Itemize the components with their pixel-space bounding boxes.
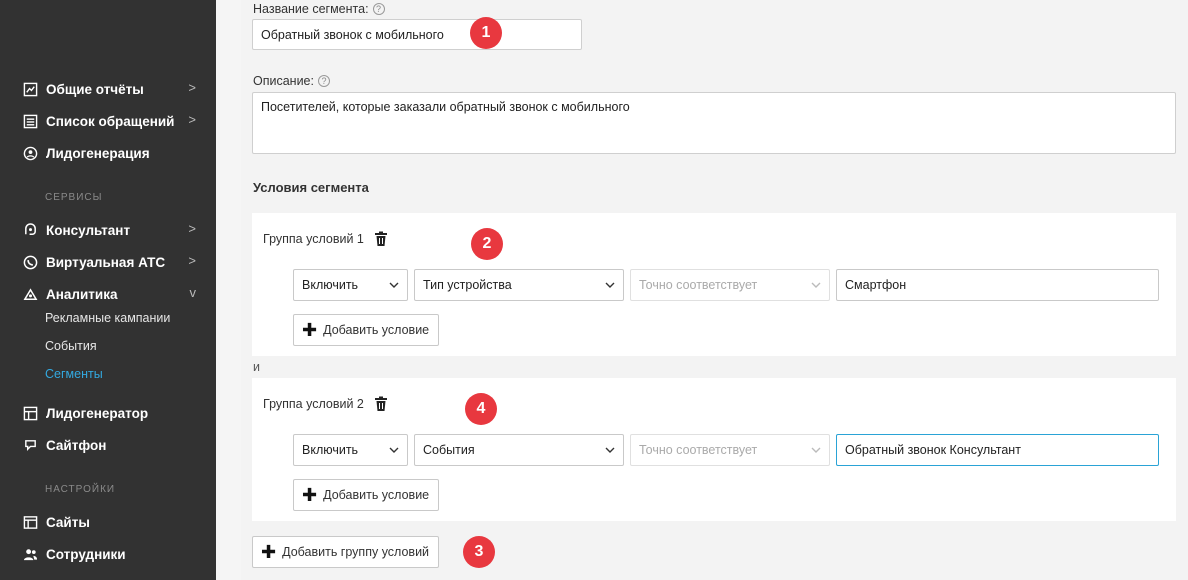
- segment-name-label-text: Название сегмента:: [253, 2, 369, 16]
- nav-label: Консультант: [46, 222, 131, 238]
- nav-label: Лидогенерация: [46, 145, 150, 161]
- chevron-right-icon: >: [188, 112, 196, 127]
- help-icon[interactable]: ?: [318, 75, 330, 87]
- segment-name-label: Название сегмента: ?: [253, 2, 385, 16]
- field-select[interactable]: Тип устройства: [414, 269, 624, 301]
- select-value: Тип устройства: [423, 278, 512, 292]
- add-condition-group-button[interactable]: ✚ Добавить группу условий: [252, 536, 440, 568]
- nav-item-consultant[interactable]: Консультант >: [22, 219, 202, 241]
- lead-icon: [22, 405, 38, 421]
- help-icon[interactable]: ?: [372, 3, 385, 15]
- action-select[interactable]: Включить: [293, 434, 408, 466]
- description-textarea[interactable]: Посетителей, которые заказали обратный з…: [252, 92, 1176, 154]
- button-label: Добавить группу условий: [282, 545, 430, 559]
- select-value: События: [423, 443, 475, 457]
- field-select[interactable]: События: [414, 434, 624, 466]
- nav-label: Сайты: [46, 514, 90, 530]
- sidebar: Общие отчёты > Список обращений > Лидоге…: [0, 0, 216, 580]
- action-select[interactable]: Включить: [293, 269, 408, 301]
- description-label: Описание: ?: [253, 74, 330, 88]
- list-icon: [22, 113, 38, 129]
- section-title-settings: НАСТРОЙКИ: [45, 484, 116, 495]
- description-label-text: Описание:: [253, 74, 314, 88]
- users-icon: [22, 546, 38, 562]
- operator-select: Точно соответствует: [630, 434, 830, 466]
- nav-label: Сотрудники: [46, 546, 126, 562]
- plus-icon: ✚: [302, 485, 318, 505]
- annotation-badge-3: 3: [463, 536, 495, 568]
- operator-select: Точно соответствует: [630, 269, 830, 301]
- nav-label: Общие отчёты: [46, 81, 144, 97]
- segment-name-input[interactable]: Обратный звонок с мобильного: [252, 19, 582, 50]
- group-title-text: Группа условий 2: [263, 397, 364, 411]
- value-input[interactable]: Обратный звонок Консультант: [836, 434, 1159, 466]
- chevron-down-icon: [389, 447, 399, 453]
- sub-item-segments[interactable]: Сегменты: [45, 367, 103, 381]
- value-input[interactable]: Смартфон: [836, 269, 1159, 301]
- group-1-title: Группа условий 1: [263, 231, 388, 247]
- trash-icon[interactable]: [374, 231, 388, 247]
- select-value: Включить: [302, 278, 359, 292]
- nav-label: Лидогенератор: [46, 405, 149, 421]
- chevron-right-icon: >: [188, 221, 196, 236]
- chevron-down-icon: [605, 282, 615, 288]
- group-2-title: Группа условий 2: [263, 396, 388, 412]
- chevron-down-icon: [811, 447, 821, 453]
- chat-icon: [22, 222, 38, 238]
- analytics-icon: [22, 286, 38, 302]
- nav-label: Сайтфон: [46, 437, 107, 453]
- chevron-down-icon: v: [189, 285, 197, 300]
- people-icon: [22, 145, 38, 161]
- select-value: Точно соответствует: [639, 443, 758, 457]
- and-separator: и: [253, 360, 260, 374]
- sub-item-events[interactable]: События: [45, 339, 97, 353]
- chevron-down-icon: [811, 282, 821, 288]
- add-condition-button[interactable]: ✚ Добавить условие: [293, 314, 440, 346]
- nav-item-requests-list[interactable]: Список обращений >: [22, 110, 202, 132]
- nav-item-general-reports[interactable]: Общие отчёты >: [22, 78, 202, 100]
- button-label: Добавить условие: [323, 488, 430, 502]
- nav-label: Аналитика: [46, 286, 118, 302]
- nav-item-leadgenerator[interactable]: Лидогенератор: [22, 402, 202, 424]
- sites-icon: [22, 514, 38, 530]
- conditions-heading: Условия сегмента: [253, 180, 369, 195]
- nav-label: Виртуальная АТС: [46, 254, 166, 270]
- nav-label: Список обращений: [46, 113, 175, 129]
- chevron-down-icon: [605, 447, 615, 453]
- section-title-services: СЕРВИСЫ: [45, 192, 103, 203]
- nav-item-staff[interactable]: Сотрудники: [22, 543, 202, 565]
- trash-icon[interactable]: [374, 396, 388, 412]
- annotation-badge-4: 4: [465, 393, 497, 425]
- chevron-right-icon: >: [188, 253, 196, 268]
- callback-icon: [22, 437, 38, 453]
- plus-icon: ✚: [261, 542, 277, 562]
- select-value: Включить: [302, 443, 359, 457]
- nav-item-leadgen[interactable]: Лидогенерация: [22, 142, 202, 164]
- sub-item-ad-campaigns[interactable]: Рекламные кампании: [45, 311, 170, 325]
- chart-icon: [22, 81, 38, 97]
- nav-item-virtual-pbx[interactable]: Виртуальная АТС >: [22, 251, 202, 273]
- annotation-badge-1: 1: [470, 17, 502, 49]
- nav-item-sites[interactable]: Сайты: [22, 511, 202, 533]
- chevron-right-icon: >: [188, 80, 196, 95]
- select-value: Точно соответствует: [639, 278, 758, 292]
- phone-icon: [22, 254, 38, 270]
- add-condition-button[interactable]: ✚ Добавить условие: [293, 479, 440, 511]
- button-label: Добавить условие: [323, 323, 430, 337]
- annotation-badge-2: 2: [471, 228, 503, 260]
- nav-item-analytics[interactable]: Аналитика v: [22, 283, 202, 305]
- chevron-down-icon: [389, 282, 399, 288]
- nav-item-saitfon[interactable]: Сайтфон: [22, 434, 202, 456]
- group-title-text: Группа условий 1: [263, 232, 364, 246]
- plus-icon: ✚: [302, 320, 318, 340]
